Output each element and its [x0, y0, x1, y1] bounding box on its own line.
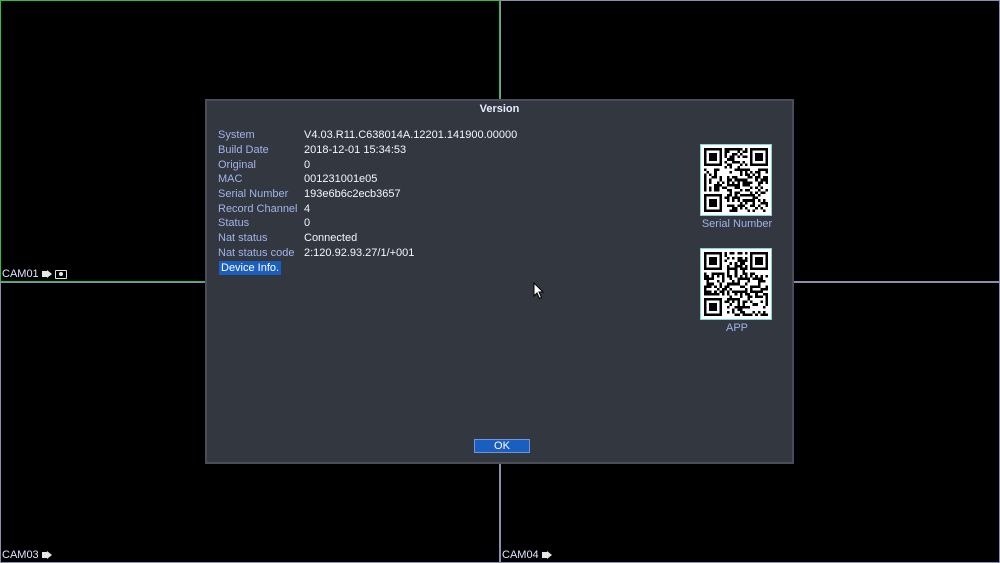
- info-key: System: [218, 129, 255, 142]
- camera-name: CAM03: [2, 549, 39, 561]
- app-qr-code-icon: [700, 248, 772, 320]
- camera-label: CAM03: [2, 549, 52, 561]
- info-key: Record Channel: [218, 202, 298, 215]
- mouse-cursor-icon: [533, 282, 545, 300]
- dialog-title: Version: [479, 103, 520, 115]
- camera-name: CAM01: [2, 268, 39, 280]
- info-key: Original: [218, 158, 256, 171]
- info-value: 193e6b6c2ecb3657: [304, 188, 401, 201]
- camera-label: CAM04: [502, 549, 552, 561]
- record-icon: [41, 551, 52, 559]
- info-row: Nat status code 2:120.92.93.27/1/+001: [218, 246, 517, 261]
- info-row: Original 0: [218, 157, 517, 172]
- version-info-list: System V4.03.R11.C638014A.12201.141900.00…: [218, 128, 517, 260]
- info-row: Build Date 2018-12-01 15:34:53: [218, 143, 517, 158]
- info-value: 2018-12-01 15:34:53: [304, 144, 407, 157]
- info-row: Nat status Connected: [218, 231, 517, 246]
- info-key: Nat status code: [218, 246, 295, 259]
- info-row: Serial Number 193e6b6c2ecb3657: [218, 187, 517, 202]
- info-row: System V4.03.R11.C638014A.12201.141900.00…: [218, 128, 517, 143]
- info-key: Status: [218, 217, 250, 230]
- app-qr-label: APP: [725, 322, 748, 334]
- info-key: MAC: [218, 173, 243, 186]
- info-row: Status 0: [218, 216, 517, 231]
- info-value: Connected: [304, 232, 358, 245]
- info-value: 0: [304, 217, 311, 230]
- camera-name: CAM04: [502, 549, 539, 561]
- record-icon: [541, 551, 552, 559]
- info-value: 001231001e05: [304, 173, 378, 186]
- ok-button[interactable]: OK: [474, 439, 530, 453]
- version-dialog: Version System V4.03.R11.C638014A.12201.1…: [205, 99, 794, 464]
- camera-icon: [54, 269, 67, 279]
- info-value: 4: [304, 202, 311, 215]
- info-key: Serial Number: [218, 188, 289, 201]
- camera-label: CAM01: [2, 268, 67, 280]
- info-key: Nat status: [218, 232, 268, 245]
- info-value: V4.03.R11.C638014A.12201.141900.00000: [304, 129, 518, 142]
- info-key: Build Date: [218, 144, 269, 157]
- serial-qr-code-icon: [700, 144, 772, 216]
- info-row: Record Channel 4: [218, 201, 517, 216]
- info-value: 0: [304, 158, 311, 171]
- record-icon: [41, 270, 52, 278]
- device-info-button[interactable]: Device Info.: [219, 261, 282, 275]
- serial-qr-label: Serial Number: [701, 218, 773, 230]
- info-row: MAC 001231001e05: [218, 172, 517, 187]
- info-value: 2:120.92.93.27/1/+001: [304, 246, 415, 259]
